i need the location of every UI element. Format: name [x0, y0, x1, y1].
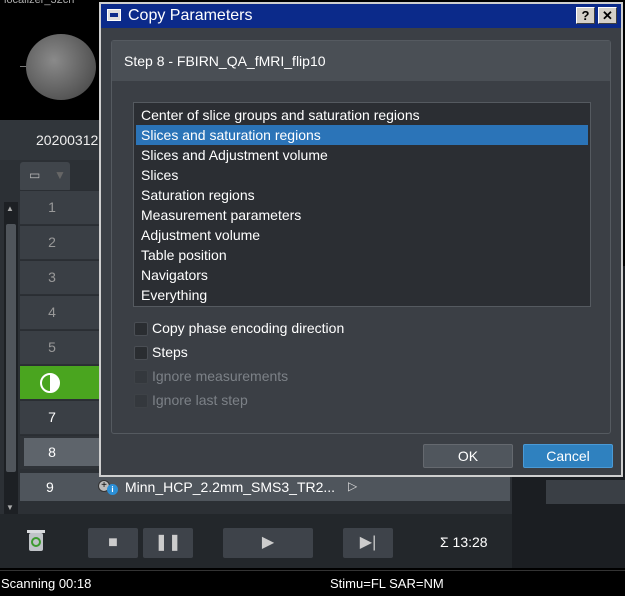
row-number: 5 — [48, 339, 56, 355]
protocol-row[interactable]: 1 — [20, 190, 102, 224]
protocol-row[interactable]: 5 — [20, 330, 102, 364]
chevron-down-icon: ▼ — [54, 168, 66, 182]
list-item[interactable]: Measurement parameters — [136, 205, 588, 225]
info-icon: i — [107, 484, 118, 495]
copy-options-list[interactable]: Center of slice groups and saturation re… — [133, 102, 591, 307]
scroll-up-icon[interactable]: ▲ — [6, 204, 14, 213]
list-item[interactable]: Table position — [136, 245, 588, 265]
ok-button[interactable]: OK — [423, 444, 513, 468]
list-item[interactable]: Everything — [136, 285, 588, 305]
ignore-measurements-label: Ignore measurements — [152, 368, 289, 384]
row-number: 9 — [46, 479, 54, 495]
row-number: 7 — [48, 409, 56, 425]
thumbnail-panel: localizer_32ch — [0, 0, 100, 120]
row-number: 2 — [48, 234, 56, 250]
list-item[interactable]: Slices — [136, 165, 588, 185]
play-icon: ▶ — [261, 534, 275, 551]
row-number: 3 — [48, 269, 56, 285]
cancel-button[interactable]: Cancel — [523, 444, 613, 468]
copy-parameters-dialog: Copy Parameters ? ✕ Step 8 - FBIRN_QA_fM… — [99, 2, 623, 477]
scroll-thumb[interactable] — [6, 224, 16, 472]
protocol-row[interactable]: 4 — [20, 295, 102, 329]
skip-next-button[interactable]: ▶| — [343, 528, 393, 558]
dialog-title: Copy Parameters — [128, 7, 253, 24]
list-item[interactable]: Center of slice groups and saturation re… — [136, 105, 588, 125]
right-panel-block — [546, 480, 625, 504]
copy-phase-encoding-label[interactable]: Copy phase encoding direction — [152, 320, 344, 336]
status-bar: Scanning 00:18 Stimu=FL SAR=NM — [0, 570, 625, 596]
protocol-row-selected[interactable]: 8 — [20, 435, 102, 469]
protocol-row[interactable]: 2 — [20, 225, 102, 259]
stop-icon: ■ — [108, 534, 118, 551]
list-item[interactable]: Saturation regions — [136, 185, 588, 205]
list-item[interactable]: Slices and Adjustment volume — [136, 145, 588, 165]
localizer-thumbnail[interactable] — [26, 34, 96, 100]
protocol-row[interactable]: 7 — [20, 400, 102, 434]
list-item-selected[interactable]: Slices and saturation regions — [136, 125, 588, 145]
exam-date: 20200312 — [36, 132, 99, 148]
running-status-icon — [40, 373, 60, 393]
pause-button[interactable]: ❚❚ — [143, 528, 193, 558]
protocol-scrollbar[interactable]: ▲ ▼ — [4, 202, 18, 514]
protocol-row[interactable]: 3 — [20, 260, 102, 294]
scan-status: Scanning 00:18 — [1, 576, 92, 591]
expand-play-icon[interactable]: ▷ — [348, 479, 357, 493]
ignore-last-step-label: Ignore last step — [152, 392, 248, 408]
window-icon — [107, 9, 121, 21]
skip-next-icon: ▶| — [359, 534, 377, 551]
copy-phase-encoding-checkbox[interactable] — [134, 322, 148, 336]
scroll-down-icon[interactable]: ▼ — [6, 503, 14, 512]
stop-button[interactable]: ■ — [88, 528, 138, 558]
ignore-last-step-checkbox — [134, 394, 148, 408]
steps-label[interactable]: Steps — [152, 344, 188, 360]
row-number: 4 — [48, 304, 56, 320]
pause-icon: ❚❚ — [154, 534, 182, 551]
protocol-info-icon[interactable]: + i — [98, 480, 120, 495]
protocol-name: Minn_HCP_2.2mm_SMS3_TR2... — [125, 479, 336, 495]
protocol-row-9[interactable]: 9 + i Minn_HCP_2.2mm_SMS3_TR2... ▷ — [20, 473, 510, 501]
protocol-row-running[interactable] — [20, 365, 102, 399]
close-button[interactable]: ✕ — [598, 7, 617, 24]
help-button[interactable]: ? — [576, 7, 595, 24]
view-dropdown[interactable]: ▭ ▼ — [20, 162, 70, 192]
list-item[interactable]: Navigators — [136, 265, 588, 285]
ignore-measurements-checkbox — [134, 370, 148, 384]
row-number: 8 — [48, 444, 56, 460]
dialog-titlebar[interactable]: Copy Parameters ? ✕ — [101, 4, 621, 28]
list-item[interactable]: Adjustment volume — [136, 225, 588, 245]
play-button[interactable]: ▶ — [223, 528, 313, 558]
row-number: 1 — [48, 199, 56, 215]
thumbnail-title: localizer_32ch — [4, 0, 75, 6]
step-label: Step 8 - FBIRN_QA_fMRI_flip10 — [124, 53, 326, 69]
trash-icon[interactable] — [26, 528, 46, 552]
step-header: Step 8 - FBIRN_QA_fMRI_flip10 — [112, 41, 610, 81]
total-time: Σ 13:28 — [440, 534, 488, 550]
sar-status: Stimu=FL SAR=NM — [330, 576, 444, 591]
view-dropdown-icon: ▭ — [29, 168, 41, 182]
steps-checkbox[interactable] — [134, 346, 148, 360]
